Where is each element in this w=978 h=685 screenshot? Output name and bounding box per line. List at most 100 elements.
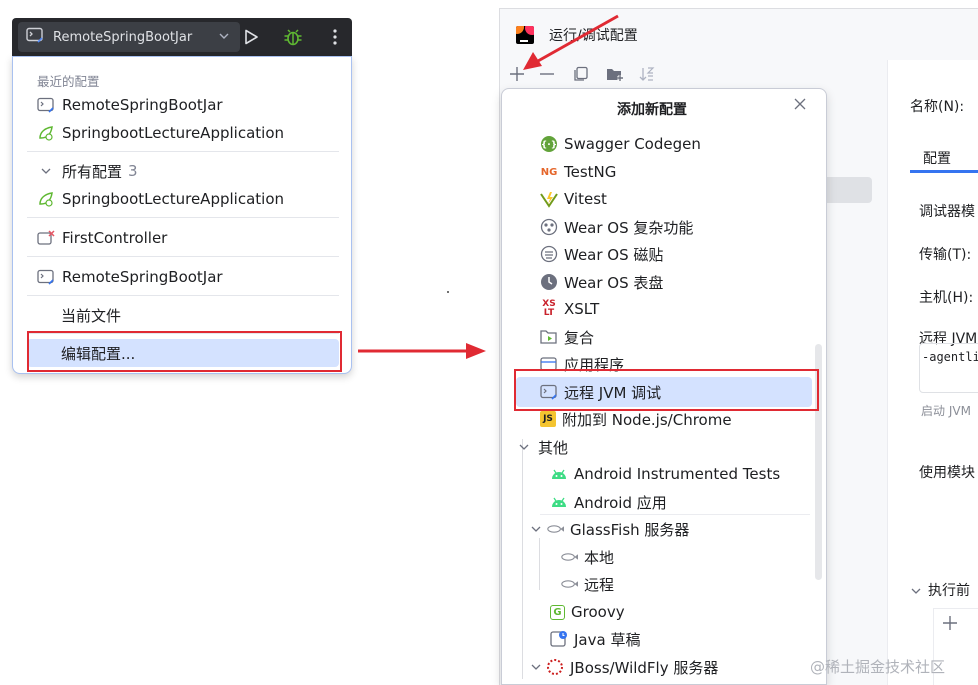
run-config-selector[interactable]: RemoteSpringBootJar xyxy=(18,22,240,52)
transport-label: 传输(T): xyxy=(919,247,972,263)
chevron-down-icon xyxy=(911,588,921,594)
config-item-label: SpringbootLectureApplication xyxy=(62,190,284,208)
plus-icon xyxy=(510,67,524,81)
before-launch-toggle[interactable]: 执行前 xyxy=(910,580,970,600)
group-label: GlassFish 服务器 xyxy=(570,520,690,539)
android-icon xyxy=(550,465,568,483)
tab-configuration[interactable]: 配置 xyxy=(923,148,951,168)
vitest-icon xyxy=(540,190,558,208)
add-config-button[interactable] xyxy=(506,63,528,85)
config-type-xslt[interactable]: XS LT XSLT xyxy=(540,296,599,322)
folder-plus-icon xyxy=(607,69,623,81)
copy-config-button[interactable] xyxy=(570,63,592,85)
group-glassfish-toggle[interactable]: GlassFish 服务器 xyxy=(530,516,689,542)
remote-config-icon xyxy=(37,268,55,286)
testng-icon: NG xyxy=(540,166,558,178)
compound-icon xyxy=(540,328,558,346)
config-item-first-controller[interactable]: FirstController xyxy=(37,226,167,250)
copy-icon xyxy=(574,66,588,81)
config-type-label: XSLT xyxy=(564,300,600,318)
use-module-label: 使用模块 xyxy=(919,465,975,481)
config-item-label: RemoteSpringBootJar xyxy=(62,268,223,286)
more-actions-button[interactable] xyxy=(322,24,348,50)
minus-icon xyxy=(540,73,554,75)
config-type-android-tests[interactable]: Android Instrumented Tests xyxy=(550,461,780,487)
glassfish-icon xyxy=(560,575,578,593)
config-type-java-scratch[interactable]: Java 草稿 xyxy=(550,626,640,652)
config-type-compound[interactable]: 复合 xyxy=(540,324,594,350)
recent-item-spring[interactable]: SpringbootLectureApplication xyxy=(37,121,284,145)
config-type-android-app[interactable]: Android 应用 xyxy=(550,489,667,515)
config-type-label: 应用程序 xyxy=(564,355,625,374)
config-type-vitest[interactable]: Vitest xyxy=(540,186,607,212)
nodejs-attach-icon: JS xyxy=(540,411,556,427)
config-type-label: Vitest xyxy=(564,190,607,208)
config-type-remote-jvm-debug[interactable]: 远程 JVM 调试 xyxy=(540,379,661,405)
config-type-label: Android 应用 xyxy=(574,493,667,512)
svg-text:{·}: {·} xyxy=(541,141,557,151)
recent-item-label: RemoteSpringBootJar xyxy=(62,96,223,114)
group-other-toggle[interactable]: 其他 xyxy=(518,434,568,460)
config-type-label: TestNG xyxy=(564,163,617,181)
config-type-wear-tile[interactable]: Wear OS 磁贴 xyxy=(540,241,663,267)
new-folder-button[interactable] xyxy=(604,63,626,85)
remove-config-button[interactable] xyxy=(536,63,558,85)
config-item-spring[interactable]: SpringbootLectureApplication xyxy=(37,187,284,211)
close-icon xyxy=(794,98,806,110)
config-item-label: FirstController xyxy=(62,229,168,247)
all-configs-label: 所有配置 xyxy=(62,162,123,181)
current-file-item[interactable]: 当前文件 xyxy=(61,303,121,327)
wear-os-watchface-icon xyxy=(540,273,558,291)
glassfish-icon xyxy=(546,520,564,538)
config-type-wear-watchface[interactable]: Wear OS 表盘 xyxy=(540,269,663,295)
tree-guide xyxy=(539,538,540,590)
groovy-icon: G xyxy=(550,604,565,620)
active-tab-indicator xyxy=(910,170,978,173)
config-item-remote[interactable]: RemoteSpringBootJar xyxy=(37,265,223,289)
config-type-label: Android Instrumented Tests xyxy=(574,465,781,483)
xslt-icon: XS LT xyxy=(542,299,556,318)
arrow-to-dialog xyxy=(358,343,486,359)
chevron-down-icon xyxy=(518,441,530,453)
config-type-label: 本地 xyxy=(584,548,615,567)
sort-button[interactable] xyxy=(636,63,658,85)
config-type-wear-complication[interactable]: Wear OS 复杂功能 xyxy=(540,214,693,240)
config-type-application[interactable]: 应用程序 xyxy=(540,351,624,377)
all-configs-count: 3 xyxy=(128,162,138,180)
recent-item-remote[interactable]: RemoteSpringBootJar xyxy=(37,93,223,117)
config-type-node-attach[interactable]: JS 附加到 Node.js/Chrome xyxy=(540,406,732,432)
config-type-groovy[interactable]: G Groovy xyxy=(550,599,625,625)
close-button[interactable] xyxy=(794,95,810,111)
config-type-label: 远程 JVM 调试 xyxy=(564,383,662,402)
all-configs-toggle[interactable]: 所有配置 3 xyxy=(37,159,138,183)
separator xyxy=(27,333,339,334)
separator xyxy=(27,256,339,257)
chevron-down-icon xyxy=(530,523,542,535)
config-type-label: Groovy xyxy=(571,603,625,621)
config-type-glassfish-local[interactable]: 本地 xyxy=(560,544,614,570)
separator xyxy=(27,217,339,218)
application-icon xyxy=(540,355,558,373)
config-type-label: 附加到 Node.js/Chrome xyxy=(562,410,732,429)
config-type-testng[interactable]: NG TestNG xyxy=(540,159,617,185)
http-request-icon xyxy=(37,229,55,247)
remote-config-icon xyxy=(37,96,55,114)
swagger-icon: {·} xyxy=(540,135,558,153)
config-type-glassfish-remote[interactable]: 远程 xyxy=(560,571,614,597)
run-button[interactable] xyxy=(238,24,264,50)
spring-boot-icon xyxy=(37,190,55,208)
plus-icon xyxy=(943,616,957,630)
config-type-label: Java 草稿 xyxy=(574,630,641,649)
popup-scrollbar[interactable] xyxy=(815,344,822,580)
config-type-label: 远程 xyxy=(584,575,615,594)
jvm-args-field[interactable]: -agentli xyxy=(919,343,978,393)
chevron-down-icon xyxy=(218,30,230,46)
group-jboss-toggle[interactable]: JBoss/WildFly 服务器 xyxy=(530,654,718,680)
config-type-label: 复合 xyxy=(564,328,595,347)
run-config-dropdown: 最近的配置 RemoteSpringBootJar SpringbootLect… xyxy=(12,56,352,374)
android-icon xyxy=(550,493,568,511)
config-type-swagger[interactable]: {·} Swagger Codegen xyxy=(540,131,701,157)
add-new-config-popup: 添加新配置 {·} Swagger Codegen NG TestNG Vite… xyxy=(501,88,827,685)
bug-icon xyxy=(284,29,302,46)
debug-button[interactable] xyxy=(280,24,306,50)
